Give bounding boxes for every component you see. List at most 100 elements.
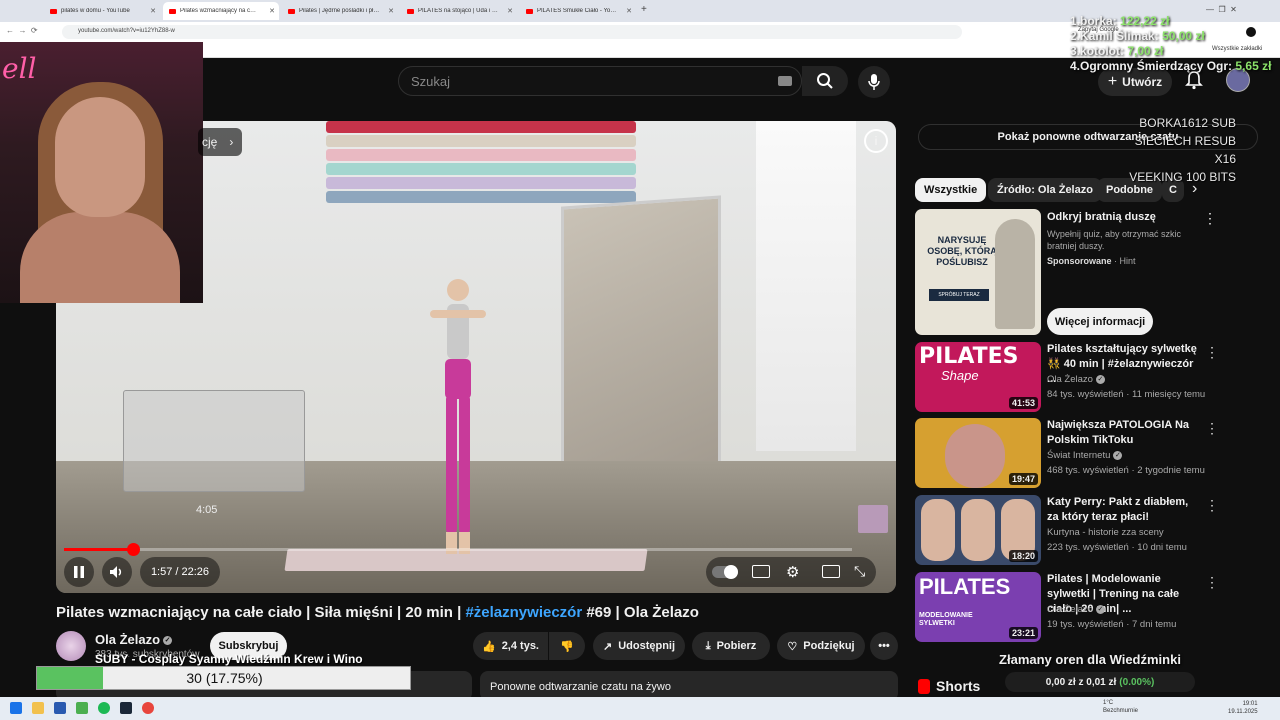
subgoal-title: SUBY - Cosplay Syanny Wiedźmin Krew i Wi… — [95, 652, 363, 666]
ad-more-info-button[interactable]: Więcej informacji — [1047, 308, 1153, 335]
ad-thumbnail[interactable]: NARYSUJĘ OSOBĘ, KTÓRĄ POŚLUBISZ SPRÓBUJ … — [915, 209, 1041, 335]
thanks-heart-icon: ♡ — [787, 640, 798, 653]
close-tab-icon[interactable]: ✕ — [150, 7, 156, 15]
time-display: 1:57 / 22:26 — [140, 557, 220, 587]
donation-goal-title: Złamany oren dla Wiedźminki — [999, 652, 1181, 667]
ad-thumbnail-button: SPRÓBUJ TERAZ — [929, 289, 989, 301]
ad-title[interactable]: Odkryj bratnią duszę — [1047, 211, 1156, 223]
info-icon[interactable]: i — [864, 129, 888, 153]
close-tab-icon[interactable]: ✕ — [269, 7, 275, 15]
recommendation-thumbnail: 19:47 — [915, 418, 1041, 488]
verified-icon: ✓ — [163, 636, 173, 646]
browser-tab[interactable]: PILATES Smukłe Ciało - YouTube ✕ — [520, 2, 636, 20]
nav-buttons[interactable]: ← → ⟳ — [6, 26, 38, 35]
youtube-favicon-icon — [407, 8, 414, 14]
like-button[interactable]: 👍 2,4 tys. — [473, 632, 548, 660]
item-menu-icon[interactable]: ⋮ — [1205, 420, 1219, 437]
autoplay-toggle[interactable] — [712, 565, 738, 579]
browser-tab-active[interactable]: Pilates wzmacniający na całe ciało | Sił… — [163, 2, 279, 20]
window-controls[interactable]: — ❐ ✕ — [1206, 5, 1237, 14]
settings-gear-icon[interactable]: ⚙ — [786, 563, 799, 581]
recommendation-thumbnail: PILATES MODELOWANIE SYLWETKI 23:21 — [915, 572, 1041, 642]
subgoal-progress-text: 30 (17.75%) — [186, 670, 263, 686]
seek-preview-time: 4:05 — [196, 504, 218, 516]
plus-icon: + — [1107, 73, 1118, 90]
start-icon[interactable] — [10, 702, 22, 714]
ad-menu-icon[interactable]: ⋮ — [1203, 210, 1217, 227]
more-actions-icon[interactable]: ••• — [870, 632, 898, 660]
thumbs-down-icon: 👎 — [560, 640, 574, 653]
volume-icon — [110, 566, 122, 578]
app-icon[interactable] — [54, 702, 66, 714]
pause-button[interactable] — [64, 557, 94, 587]
new-tab-icon[interactable]: + — [641, 4, 647, 15]
system-clock[interactable]: 19:01 19.11.2025 — [1228, 700, 1258, 716]
volume-button[interactable] — [102, 557, 132, 587]
end-screen-thumbnail[interactable] — [858, 505, 888, 533]
voice-search-button[interactable] — [858, 66, 890, 98]
chip-source[interactable]: Źródło: Ola Żelazo — [988, 178, 1102, 202]
chapter-button[interactable]: cję › — [198, 128, 242, 156]
url-input[interactable]: youtube.com/watch?v=iu12YhZ88-w — [62, 25, 962, 39]
dislike-button[interactable]: 👎 — [549, 632, 585, 660]
file-explorer-icon[interactable] — [32, 702, 44, 714]
neon-sign: ell — [2, 52, 37, 85]
webcam-body — [20, 212, 180, 303]
video-frame-backdrops — [326, 121, 636, 213]
channel-avatar[interactable] — [56, 631, 86, 661]
spotify-icon[interactable] — [98, 702, 110, 714]
item-menu-icon[interactable]: ⋮ — [1205, 344, 1219, 361]
close-tab-icon[interactable]: ✕ — [626, 7, 632, 15]
recommendation-thumbnail: 18:20 — [915, 495, 1041, 565]
browser-tab[interactable]: pilates w domu - YouTube ✕ — [44, 2, 160, 20]
keyboard-icon[interactable] — [778, 76, 792, 86]
close-tab-icon[interactable]: ✕ — [507, 7, 513, 15]
video-title: Pilates wzmacniający na całe ciało | Sił… — [56, 604, 699, 621]
steam-icon[interactable] — [120, 702, 132, 714]
recommendation-item[interactable]: 19:47 Największa PATOLOGIA Na Polskim Ti… — [915, 418, 1225, 488]
recommendation-item[interactable]: PILATES MODELOWANIE SYLWETKI 23:21 Pilat… — [915, 572, 1225, 642]
shorts-icon — [918, 678, 930, 694]
miniplayer-icon[interactable] — [822, 565, 840, 578]
thumbs-up-icon: 👍 — [481, 640, 496, 653]
webcam-face — [55, 97, 145, 217]
seek-preview-thumbnail — [123, 390, 305, 492]
browser-tab[interactable]: Pilates | Jędrne pośladki i płaski brzuc… — [282, 2, 398, 20]
donor-entry: 1.borka: 122,22 zł — [1070, 14, 1170, 28]
recommendation-item[interactable]: PILATES Shape 41:53 Pilates kształtujący… — [915, 342, 1225, 412]
download-button[interactable]: ⤓ Pobierz — [692, 632, 770, 660]
thanks-button[interactable]: ♡ Podziękuj — [777, 632, 865, 660]
youtube-favicon-icon — [50, 8, 57, 14]
pause-icon — [74, 566, 84, 578]
search-button[interactable] — [802, 66, 848, 96]
close-tab-icon[interactable]: ✕ — [388, 7, 394, 15]
share-button[interactable]: ↗ Udostępnij — [593, 632, 685, 660]
recommendation-item[interactable]: 18:20 Katy Perry: Pakt z diabłem, za któ… — [915, 495, 1225, 565]
item-menu-icon[interactable]: ⋮ — [1205, 497, 1219, 514]
youtube-favicon-icon — [169, 8, 176, 14]
progress-bar[interactable] — [64, 543, 852, 556]
chip-all[interactable]: Wszystkie — [915, 178, 987, 202]
ad-sponsor-label: Sponsorowane · Hint — [1047, 256, 1136, 266]
chrome-icon[interactable] — [142, 702, 154, 714]
ad-thumbnail-portrait — [995, 219, 1035, 329]
subtitles-icon[interactable] — [752, 565, 770, 578]
ad-description: Wypełnij quiz, aby otrzymać szkic bratni… — [1047, 229, 1181, 251]
shorts-section-header: Shorts — [918, 678, 980, 694]
streamer-webcam: ell — [0, 42, 203, 303]
verified-icon: ✓ — [1095, 374, 1105, 384]
video-frame-instructor — [430, 279, 486, 554]
theater-mode-icon[interactable]: ⤡ — [854, 563, 865, 580]
item-menu-icon[interactable]: ⋮ — [1205, 574, 1219, 591]
share-icon: ↗ — [602, 640, 613, 653]
channel-name[interactable]: Ola Żelazo ✓ — [95, 632, 173, 647]
progress-scrubber[interactable] — [126, 543, 140, 556]
hashtag-link[interactable]: #żelaznywieczór — [465, 604, 582, 621]
app-icon[interactable] — [76, 702, 88, 714]
browser-tab[interactable]: PILATES na stojąco | Uda i Brzuch✕ — [401, 2, 517, 20]
top-donors-list: 1.borka: 122,22 zł 2.Kamil Ślimak: 50,00… — [1070, 14, 1271, 74]
donor-entry: 3.kotolot: 7,00 zł — [1070, 44, 1164, 58]
microphone-icon — [868, 74, 880, 90]
weather-widget[interactable]: 1°C Bezchmurnie — [1103, 699, 1138, 715]
search-input[interactable]: Szukaj — [398, 66, 802, 96]
